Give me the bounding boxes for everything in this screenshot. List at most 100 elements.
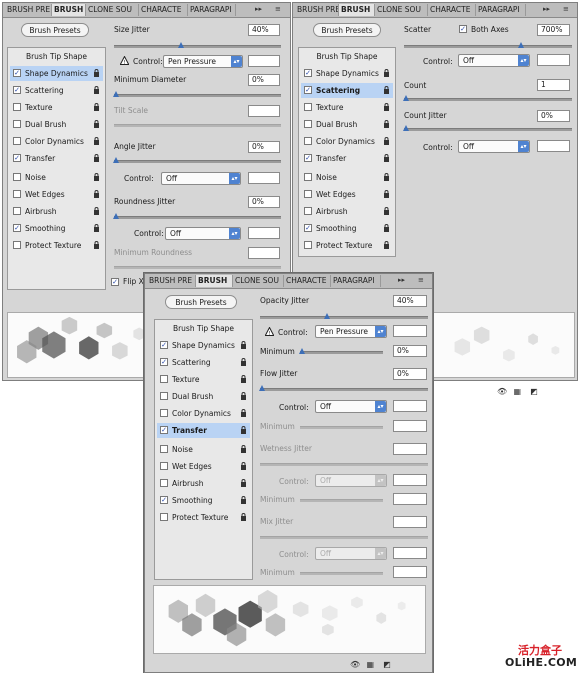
control-field[interactable] (248, 55, 280, 67)
brush-tip-shape-item[interactable]: Brush Tip Shape (299, 52, 395, 61)
option-texture[interactable]: Texture (10, 100, 103, 115)
minimum4-slider[interactable] (300, 572, 383, 575)
option-color-dynamics[interactable]: Color Dynamics (10, 134, 103, 149)
scatter-slider[interactable] (404, 42, 572, 48)
tab-brush[interactable]: BRUSH (339, 4, 375, 16)
tilt-scale-field[interactable] (248, 105, 280, 117)
checkbox[interactable] (304, 137, 312, 145)
option-wet-edges[interactable]: Wet Edges (157, 459, 250, 474)
wetness-jitter-field[interactable] (393, 443, 427, 455)
tab-paragraph[interactable]: PARAGRAPI (188, 4, 236, 16)
brush-presets-button[interactable]: Brush Presets (21, 23, 89, 37)
lock-icon[interactable] (240, 513, 247, 521)
lock-icon[interactable] (383, 103, 390, 111)
minimum4-field[interactable] (393, 566, 427, 578)
count-value[interactable]: 1 (537, 79, 570, 91)
slider-thumb[interactable] (403, 95, 409, 101)
checkbox[interactable]: ✓ (160, 426, 168, 434)
slider-thumb[interactable] (113, 91, 119, 97)
checkbox[interactable]: ✓ (160, 358, 168, 366)
checkbox[interactable] (13, 103, 21, 111)
checkbox[interactable]: ✓ (160, 341, 168, 349)
checkbox[interactable] (160, 392, 168, 400)
checkbox[interactable]: ✓ (13, 69, 21, 77)
option-protect-texture[interactable]: Protect Texture (10, 238, 103, 253)
lock-icon[interactable] (93, 86, 100, 94)
checkbox[interactable]: ✓ (304, 86, 312, 94)
lock-icon[interactable] (93, 69, 100, 77)
tab-paragraph[interactable]: PARAGRAPI (331, 275, 381, 287)
lock-icon[interactable] (240, 409, 247, 417)
minimum-diameter-value[interactable]: 0% (248, 74, 280, 86)
lock-icon[interactable] (383, 86, 390, 94)
lock-icon[interactable] (93, 154, 100, 162)
tab-character[interactable]: CHARACTE (284, 275, 331, 287)
brush-presets-button[interactable]: Brush Presets (165, 295, 237, 309)
lock-icon[interactable] (383, 137, 390, 145)
slider-thumb[interactable] (113, 157, 119, 163)
checkbox[interactable] (304, 103, 312, 111)
control3-field[interactable] (393, 474, 427, 486)
roundness-jitter-slider[interactable] (113, 213, 281, 219)
lock-icon[interactable] (93, 207, 100, 215)
option-texture[interactable]: Texture (157, 372, 250, 387)
minimum3-field[interactable] (393, 493, 427, 505)
checkbox[interactable] (160, 445, 168, 453)
angle-jitter-slider[interactable] (113, 157, 281, 163)
option-dual-brush[interactable]: Dual Brush (10, 117, 103, 132)
control-select[interactable]: Pen Pressure ▴▾ (163, 55, 243, 68)
option-protect-texture[interactable]: Protect Texture (157, 510, 250, 525)
collapse-icon[interactable]: ▸▸ (398, 276, 405, 284)
control-field[interactable] (537, 54, 570, 66)
control2-select[interactable]: Off ▴▾ (315, 400, 387, 413)
option-dual-brush[interactable]: Dual Brush (157, 389, 250, 404)
lock-icon[interactable] (240, 445, 247, 453)
lock-icon[interactable] (383, 69, 390, 77)
checkbox[interactable]: ✓ (13, 86, 21, 94)
lock-icon[interactable] (93, 173, 100, 181)
checkbox[interactable] (13, 120, 21, 128)
lock-icon[interactable] (240, 462, 247, 470)
lock-icon[interactable] (93, 190, 100, 198)
checkbox[interactable] (304, 120, 312, 128)
roundness-jitter-value[interactable]: 0% (248, 196, 280, 208)
option-smoothing[interactable]: ✓ Smoothing (10, 221, 103, 236)
tab-brush-presets[interactable]: BRUSH PRE (147, 275, 196, 287)
checkbox[interactable]: ✓ (304, 69, 312, 77)
checkbox[interactable] (160, 513, 168, 521)
control-select[interactable]: Off ▴▾ (458, 54, 530, 67)
minimum-diameter-slider[interactable] (113, 91, 281, 97)
option-smoothing[interactable]: ✓ Smoothing (301, 221, 393, 236)
checkbox[interactable]: ✓ (160, 496, 168, 504)
slider-thumb[interactable] (518, 42, 524, 48)
option-wet-edges[interactable]: Wet Edges (301, 187, 393, 202)
minimum2-slider[interactable] (300, 426, 383, 429)
option-color-dynamics[interactable]: Color Dynamics (301, 134, 393, 149)
count-jitter-value[interactable]: 0% (537, 110, 570, 122)
lock-icon[interactable] (93, 241, 100, 249)
option-noise[interactable]: Noise (157, 442, 250, 457)
flip-x-checkbox[interactable]: ✓ (111, 278, 119, 286)
minimum-roundness-field[interactable] (248, 247, 280, 259)
new-brush-icon[interactable]: ◩ (383, 660, 393, 669)
option-airbrush[interactable]: Airbrush (157, 476, 250, 491)
option-wet-edges[interactable]: Wet Edges (10, 187, 103, 202)
toggle-preview-icon[interactable]: 👁 (497, 387, 511, 396)
brush-tip-shape-item[interactable]: Brush Tip Shape (155, 324, 252, 333)
lock-icon[interactable] (383, 224, 390, 232)
tab-clone-source[interactable]: CLONE SOU (86, 4, 139, 16)
collapse-icon[interactable]: ▸▸ (543, 5, 550, 13)
option-scattering[interactable]: ✓ Scattering (10, 83, 103, 98)
control-select[interactable]: Pen Pressure ▴▾ (315, 325, 387, 338)
mix-jitter-field[interactable] (393, 516, 427, 528)
checkbox[interactable] (160, 409, 168, 417)
slider-thumb[interactable] (113, 213, 119, 219)
lock-icon[interactable] (383, 190, 390, 198)
size-jitter-slider[interactable] (114, 42, 281, 48)
option-airbrush[interactable]: Airbrush (10, 204, 103, 219)
checkbox[interactable] (13, 190, 21, 198)
control-field[interactable] (393, 325, 427, 337)
angle-jitter-value[interactable]: 0% (248, 141, 280, 153)
checkbox[interactable]: ✓ (304, 154, 312, 162)
tab-clone-source[interactable]: CLONE SOU (233, 275, 284, 287)
